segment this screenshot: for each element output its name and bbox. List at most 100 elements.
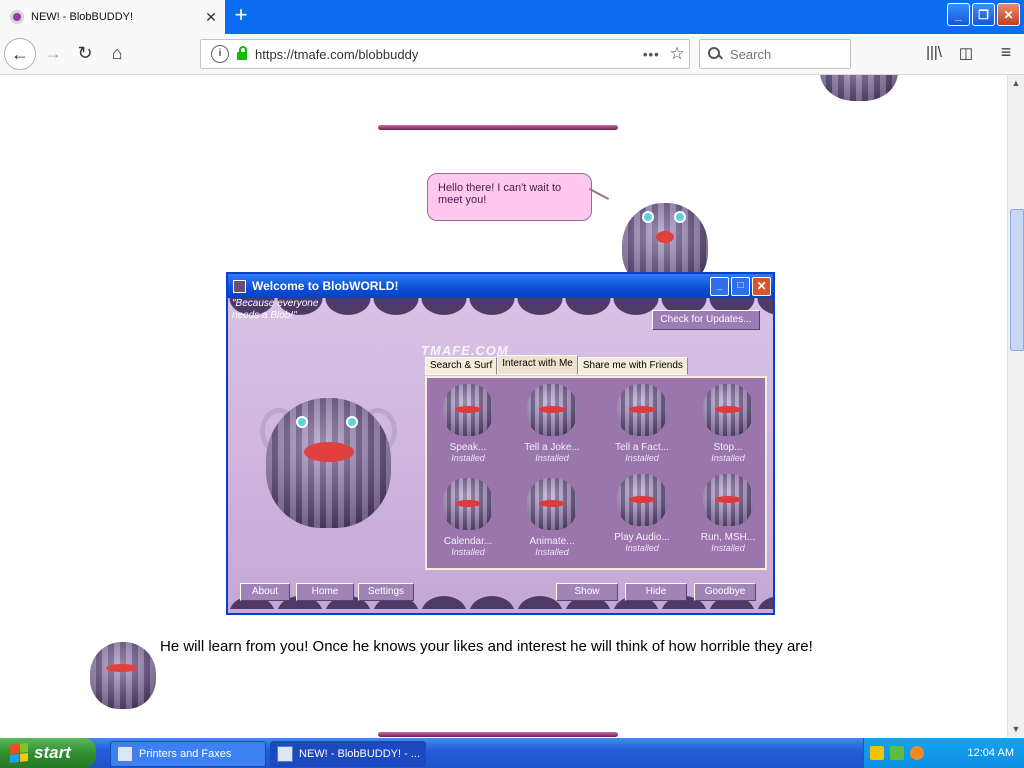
browser-tab[interactable]: NEW! - BlobBUDDY! ✕ [0,0,225,34]
taskbar-item-firefox[interactable]: NEW! - BlobBUDDY! - ... [270,741,426,767]
taskbar: start Printers and Faxes NEW! - BlobBUDD… [0,738,1024,768]
blob-thumbnail-icon [527,384,577,436]
tab-search-surf[interactable]: Search & Surf [425,357,498,375]
settings-button[interactable]: Settings [358,583,414,601]
action-label: Play Audio... [614,532,670,543]
action-label: Speak... [449,442,487,453]
action-label: Run, MSH... [700,532,756,543]
network-icon[interactable] [890,746,904,760]
blobworld-large-blob [260,398,397,528]
start-label: start [34,743,71,762]
scroll-down-icon[interactable]: ▼ [1010,723,1022,735]
action-status: Installed [711,453,745,463]
menu-icon[interactable]: ≡ [996,42,1016,62]
back-button[interactable]: ← [4,38,36,70]
speech-text: Hello there! I can't wait to meet you! [438,182,562,206]
site-favicon-icon [10,10,24,24]
start-button[interactable]: start [0,738,96,768]
action-run-msh[interactable]: Run, MSH... Installed [688,474,768,553]
site-info-icon[interactable]: i [211,45,229,63]
scrollbar-thumb[interactable] [1010,209,1024,351]
action-tell-joke[interactable]: Tell a Joke... Installed [512,384,592,463]
show-button[interactable]: Show [556,583,618,601]
action-status: Installed [625,543,659,553]
sidebar-icon[interactable]: ◫ [956,44,976,64]
scroll-up-icon[interactable]: ▲ [1010,77,1022,89]
bookmark-star-icon[interactable]: ☆ [665,44,689,64]
windows-logo-icon [10,743,28,763]
action-status: Installed [711,543,745,553]
action-stop[interactable]: Stop... Installed [688,384,768,463]
forward-button[interactable]: → [38,38,68,68]
goodbye-button[interactable]: Goodbye [694,583,756,601]
navigation-toolbar: ← → ↻ ⌂ i https://tmafe.com/blobbuddy ••… [0,34,1024,75]
minimize-button[interactable]: _ [947,3,970,26]
security-shield-icon[interactable] [870,746,884,760]
action-calendar[interactable]: Calendar... Installed [428,478,508,557]
blob-thumbnail-icon [443,384,493,436]
check-updates-button[interactable]: Check for Updates... [652,310,760,330]
blob-eye-icon [346,416,358,428]
printer-icon [117,746,133,762]
action-label: Calendar... [443,536,493,547]
address-bar[interactable]: i https://tmafe.com/blobbuddy ••• ☆ [200,39,690,69]
page-actions-icon[interactable]: ••• [643,47,665,62]
reload-button[interactable]: ↻ [70,38,100,68]
blobworld-minimize-button[interactable]: _ [710,276,729,296]
blob-thumbnail-icon [617,384,667,436]
url-text[interactable]: https://tmafe.com/blobbuddy [255,47,643,62]
tab-title: NEW! - BlobBUDDY! [31,11,134,23]
taskbar-item-label: NEW! - BlobBUDDY! - ... [299,748,421,760]
search-input[interactable]: Search [699,39,851,69]
blob-lips-icon [106,664,138,672]
brand-watermark: TMAFE.COM [421,343,509,358]
blob-thumbnail-icon [527,478,577,530]
hide-button[interactable]: Hide [625,583,687,601]
tab-share-with-friends[interactable]: Share me with Friends [577,357,688,375]
blobworld-motto: "Because everyone needs a Blob!" [232,298,319,321]
taskbar-item-label: Printers and Faxes [139,748,232,760]
lock-icon [237,46,247,60]
blobworld-window: Welcome to BlobWORLD! _ □ ✕ "Because eve… [226,272,775,615]
blobworld-app-icon [233,279,246,293]
taskbar-item-printers[interactable]: Printers and Faxes [110,741,266,767]
home-button[interactable]: ⌂ [102,38,132,68]
firefox-icon [277,746,293,762]
action-label: Tell a Fact... [615,442,669,453]
blobworld-close-button[interactable]: ✕ [752,276,771,296]
new-tab-button[interactable]: + [229,4,253,28]
action-status: Installed [451,453,485,463]
page-content: Hello there! I can't wait to meet you! W… [0,75,1007,737]
action-status: Installed [535,453,569,463]
action-label: Tell a Joke... [524,442,580,453]
bottom-divider [378,732,618,737]
tab-interact-with-me[interactable]: Interact with Me [497,355,578,375]
top-divider [378,125,618,130]
action-tell-fact[interactable]: Tell a Fact... Installed [602,384,682,463]
vertical-scrollbar[interactable]: ▲ ▼ [1007,75,1024,737]
library-icon[interactable]: |||\ [924,44,944,64]
about-button[interactable]: About [240,583,290,601]
action-status: Installed [625,453,659,463]
window-controls: _ ❐ ✕ [947,3,1020,26]
action-label: Stop... [713,442,743,453]
blobworld-titlebar[interactable]: Welcome to BlobWORLD! _ □ ✕ [228,274,773,298]
blob-lips-icon [304,442,354,462]
action-animate[interactable]: Animate... Installed [512,478,592,557]
home-button-blob[interactable]: Home [296,583,354,601]
blob-eye-icon [674,211,686,223]
action-play-audio[interactable]: Play Audio... Installed [602,474,682,553]
speech-bubble: Hello there! I can't wait to meet you! [427,173,592,221]
restore-button[interactable]: ❐ [972,3,995,26]
close-window-button[interactable]: ✕ [997,3,1020,26]
action-speak[interactable]: Speak... Installed [428,384,508,463]
blob-thumbnail-icon [703,474,753,526]
blob-thumbnail-icon [443,478,493,530]
blobworld-maximize-button[interactable]: □ [731,276,750,296]
search-tray-icon[interactable] [910,746,924,760]
blob-mascot-small [90,642,156,709]
blob-thumbnail-icon [617,474,667,526]
interact-tab-panel: Speak... Installed Tell a Joke... Instal… [425,376,767,570]
action-status: Installed [451,547,485,557]
tab-close-icon[interactable]: ✕ [203,9,219,26]
